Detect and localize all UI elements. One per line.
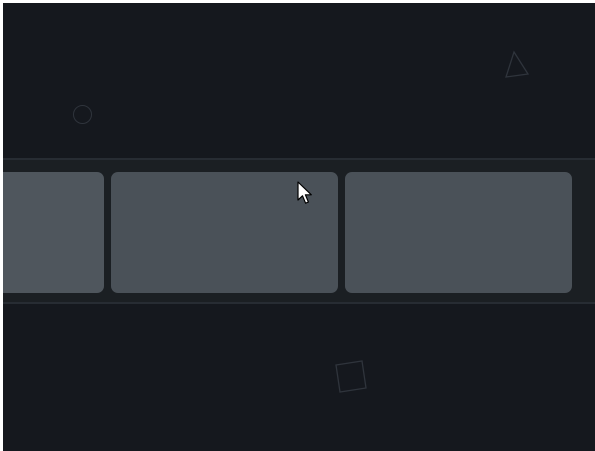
circle-outline-icon	[73, 105, 92, 124]
canvas-background	[3, 3, 595, 451]
carousel-card[interactable]	[345, 172, 572, 293]
card-carousel[interactable]	[3, 158, 595, 304]
square-outline-icon	[335, 360, 367, 393]
triangle-outline-icon	[505, 50, 530, 78]
carousel-card[interactable]	[3, 172, 104, 293]
carousel-card[interactable]	[111, 172, 338, 293]
